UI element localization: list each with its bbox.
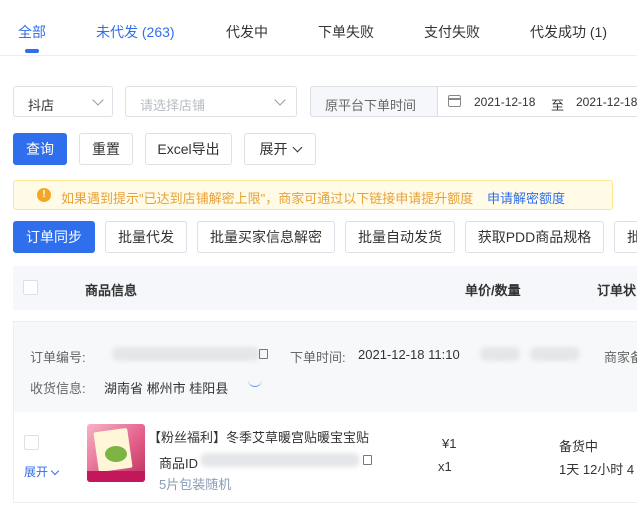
tab-order-failed[interactable]: 下单失败 bbox=[318, 22, 374, 42]
order-time-masked bbox=[480, 347, 520, 361]
more-batch-button[interactable]: 批 bbox=[614, 221, 637, 253]
copy-icon[interactable] bbox=[363, 455, 372, 465]
address-label: 收货信息: bbox=[30, 381, 86, 396]
copy-icon[interactable] bbox=[259, 349, 268, 359]
stocking-countdown: 1天 12小时 4 bbox=[559, 462, 635, 477]
select-all-checkbox[interactable] bbox=[23, 280, 38, 295]
date-end[interactable]: 2021-12-18 bbox=[576, 95, 637, 109]
chevron-down-icon bbox=[292, 142, 302, 153]
order-time-masked-2 bbox=[530, 347, 580, 361]
shop-select[interactable]: 请选择店铺 bbox=[125, 86, 297, 117]
reset-button[interactable]: 重置 bbox=[79, 133, 133, 165]
eye-closed-icon[interactable] bbox=[248, 380, 262, 387]
quantity: x1 bbox=[438, 459, 452, 474]
order-expand-label: 展开 bbox=[24, 465, 49, 479]
order-sync-button[interactable]: 订单同步 bbox=[13, 221, 95, 253]
order-card-header: 订单编号: 下单时间: 2021-12-18 11:10 商家备 收货信息: 湖… bbox=[14, 322, 637, 412]
order-status-text: 备货中 bbox=[559, 439, 599, 454]
order-card: 订单编号: 下单时间: 2021-12-18 11:10 商家备 收货信息: 湖… bbox=[13, 321, 637, 503]
order-no-label: 订单编号: bbox=[30, 350, 86, 365]
header-product-info: 商品信息 bbox=[85, 283, 138, 298]
notice-text: 如果遇到提示"已达到店铺解密上限"，商家可通过以下链接申请提升额度 bbox=[61, 191, 474, 206]
unit-price: ¥1 bbox=[442, 436, 457, 451]
tab-not-dispatched[interactable]: 未代发 (263) bbox=[96, 22, 175, 42]
expand-filters-button[interactable]: 展开 bbox=[244, 133, 316, 165]
active-tab-indicator bbox=[25, 49, 39, 53]
shop-select-placeholder: 请选择店铺 bbox=[140, 98, 206, 113]
chevron-down-icon bbox=[92, 94, 104, 106]
product-spec: 5片包装随机 bbox=[159, 477, 232, 492]
warning-icon: ! bbox=[37, 188, 51, 202]
header-order-status: 订单状 bbox=[597, 283, 637, 298]
order-checkbox[interactable] bbox=[24, 435, 39, 450]
tab-payment-failed[interactable]: 支付失败 bbox=[424, 22, 480, 42]
product-title[interactable]: 【粉丝福利】冬季艾草暖宫贴暖宝宝贴 bbox=[148, 427, 369, 446]
chevron-down-icon bbox=[274, 94, 286, 106]
merchant-note-label: 商家备 bbox=[604, 350, 637, 365]
thumbnail-leaf bbox=[105, 446, 127, 462]
table-header: 商品信息 单价/数量 订单状 bbox=[13, 266, 637, 310]
platform-select[interactable]: 抖店 bbox=[13, 86, 113, 117]
order-time-value: 2021-12-18 11:10 bbox=[358, 347, 460, 362]
address-value: 湖南省 郴州市 桂阳县 bbox=[104, 381, 229, 396]
product-id-masked bbox=[200, 453, 360, 467]
batch-auto-ship-button[interactable]: 批量自动发货 bbox=[345, 221, 455, 253]
fetch-pdd-spec-button[interactable]: 获取PDD商品规格 bbox=[465, 221, 604, 253]
date-separator: 至 bbox=[551, 98, 565, 113]
chevron-down-icon bbox=[50, 466, 60, 476]
time-type-label: 原平台下单时间 bbox=[325, 98, 417, 113]
product-id-label: 商品ID bbox=[159, 456, 199, 471]
date-start[interactable]: 2021-12-18 bbox=[474, 95, 535, 109]
order-status-tabs: 全部 未代发 (263) 代发中 下单失败 支付失败 代发成功 (1) bbox=[0, 0, 637, 56]
tab-all[interactable]: 全部 bbox=[18, 22, 46, 42]
time-type-select[interactable]: 原平台下单时间 bbox=[310, 86, 438, 117]
query-button[interactable]: 查询 bbox=[13, 133, 67, 165]
decrypt-limit-notice: ! 如果遇到提示"已达到店铺解密上限"，商家可通过以下链接申请提升额度 申请解密… bbox=[13, 180, 613, 210]
platform-select-value: 抖店 bbox=[28, 98, 55, 113]
order-expand-link[interactable]: 展开 bbox=[24, 463, 60, 480]
order-time-label: 下单时间: bbox=[290, 350, 346, 365]
product-thumbnail[interactable] bbox=[87, 424, 145, 482]
date-range-picker[interactable]: 2021-12-18 至 2021-12-18 bbox=[437, 86, 637, 117]
tab-dispatch-success[interactable]: 代发成功 (1) bbox=[530, 22, 607, 42]
batch-decrypt-buyer-button[interactable]: 批量买家信息解密 bbox=[197, 221, 335, 253]
batch-dispatch-button[interactable]: 批量代发 bbox=[105, 221, 187, 253]
thumbnail-band bbox=[87, 471, 145, 482]
apply-decrypt-quota-link[interactable]: 申请解密额度 bbox=[487, 188, 565, 207]
excel-export-button[interactable]: Excel导出 bbox=[145, 133, 232, 165]
header-price-qty: 单价/数量 bbox=[465, 283, 521, 298]
order-no-masked bbox=[112, 347, 260, 361]
expand-filters-label: 展开 bbox=[259, 141, 288, 157]
tab-dispatching[interactable]: 代发中 bbox=[226, 22, 268, 42]
calendar-icon bbox=[448, 95, 461, 107]
